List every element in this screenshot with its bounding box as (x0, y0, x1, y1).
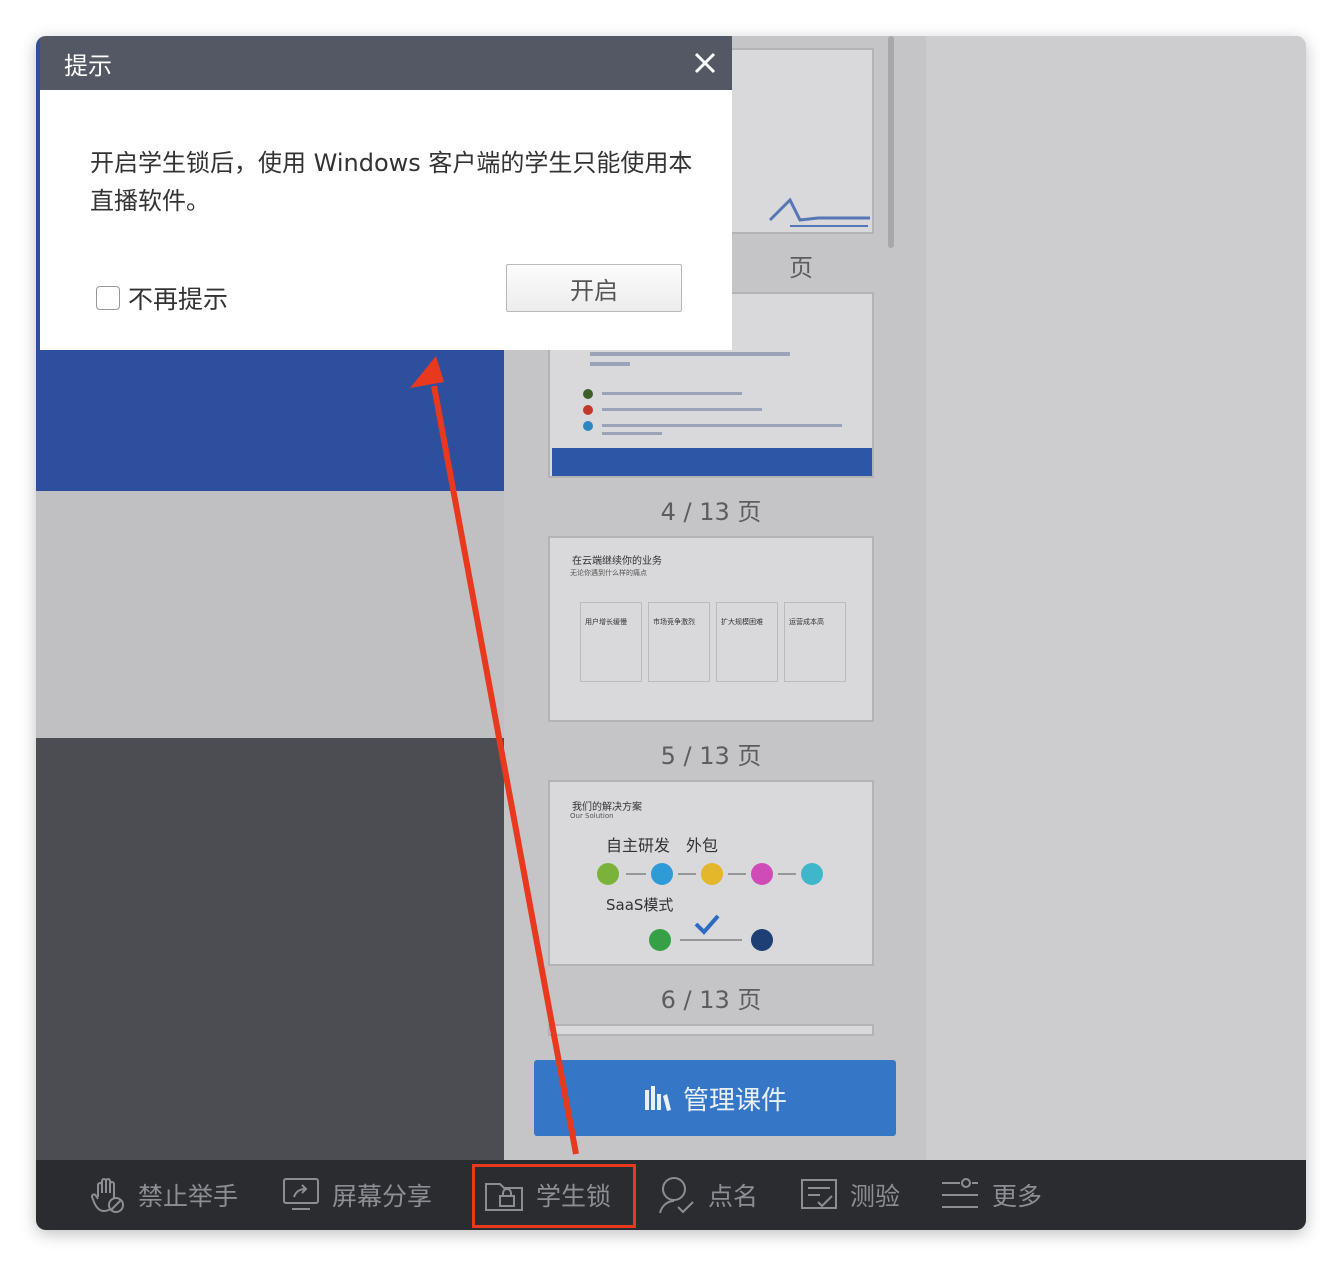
thumbnail-slide-6[interactable]: 我们的解决方案 Our Solution 自主研发 外包 SaaS模式 (548, 780, 874, 966)
app-window: 页 4 / 13 页 在云端继续你的业务 无论你遇到什么样的痛点 用户增长缓慢 … (36, 36, 1306, 1230)
toolbar-forbid-hand-raise-label: 禁止举手 (138, 1182, 239, 1211)
dialog-title: 提示 (64, 51, 112, 80)
toolbar-quiz-label: 测验 (850, 1182, 901, 1211)
toolbar-screen-share-label: 屏幕分享 (332, 1182, 433, 1211)
toolbar-roll-call-label: 点名 (708, 1182, 759, 1211)
more-icon (942, 1178, 978, 1208)
toolbar-screen-share[interactable]: 屏幕分享 (282, 1160, 432, 1230)
manage-courseware-label: 管理课件 (682, 1085, 787, 1116)
thumbnail-5-card: 运营成本高 (784, 602, 846, 682)
thumbnail-5-subtitle: 无论你遇到什么样的痛点 (570, 569, 647, 577)
books-icon (644, 1086, 671, 1111)
thumbnail-4-label: 4 / 13 页 (660, 498, 762, 526)
student-lock-dialog: 提示 开启学生锁后，使用 Windows 客户端的学生只能使用本直播软件。 不再… (40, 36, 732, 350)
thumbnail-5-card: 用户增长缓慢 (580, 602, 642, 682)
roll-call-icon (659, 1177, 694, 1214)
toolbar-more-label: 更多 (992, 1182, 1043, 1211)
thumbnail-6-label: 6 / 13 页 (660, 986, 762, 1014)
manage-courseware-button[interactable]: 管理课件 (534, 1060, 896, 1136)
thumbnail-5-label: 5 / 13 页 (660, 742, 762, 770)
hand-icon (90, 1178, 124, 1213)
thumbnail-slide-5[interactable]: 在云端继续你的业务 无论你遇到什么样的痛点 用户增长缓慢 市场竞争激烈 扩大规模… (548, 536, 874, 722)
close-icon[interactable] (690, 48, 720, 78)
toolbar-more[interactable]: 更多 (940, 1160, 1042, 1230)
annotation-highlight-box (472, 1164, 636, 1228)
toolbar-roll-call[interactable]: 点名 (658, 1160, 758, 1230)
dialog-message: 开启学生锁后，使用 Windows 客户端的学生只能使用本直播软件。 (90, 149, 693, 215)
screen-share-icon (283, 1178, 319, 1210)
bottom-toolbar: 禁止举手 屏幕分享 学生锁 点名 测验 更多 (36, 1160, 1306, 1230)
quiz-icon (801, 1179, 837, 1209)
enable-lock-button[interactable]: 开启 (506, 264, 682, 312)
dialog-titlebar: 提示 (40, 36, 732, 90)
thumbnail-5-card: 市场竞争激烈 (648, 602, 710, 682)
toolbar-forbid-hand-raise[interactable]: 禁止举手 (90, 1160, 238, 1230)
thumbnail-slide-7[interactable] (548, 1024, 874, 1036)
toolbar-quiz[interactable]: 测验 (800, 1160, 900, 1230)
thumbnail-5-card: 扩大规模困难 (716, 602, 778, 682)
thumbnail-scrollbar[interactable] (888, 36, 894, 248)
right-area (926, 36, 1306, 1160)
slide-dark-area (36, 738, 504, 1160)
thumbnail-6-graphic (597, 863, 823, 951)
dont-remind-checkbox[interactable]: 不再提示 (96, 280, 228, 316)
checkbox-box[interactable] (96, 286, 120, 310)
thumbnail-5-title: 在云端继续你的业务 (572, 556, 662, 567)
dont-remind-label: 不再提示 (128, 285, 229, 314)
slide-light-area (36, 491, 504, 738)
